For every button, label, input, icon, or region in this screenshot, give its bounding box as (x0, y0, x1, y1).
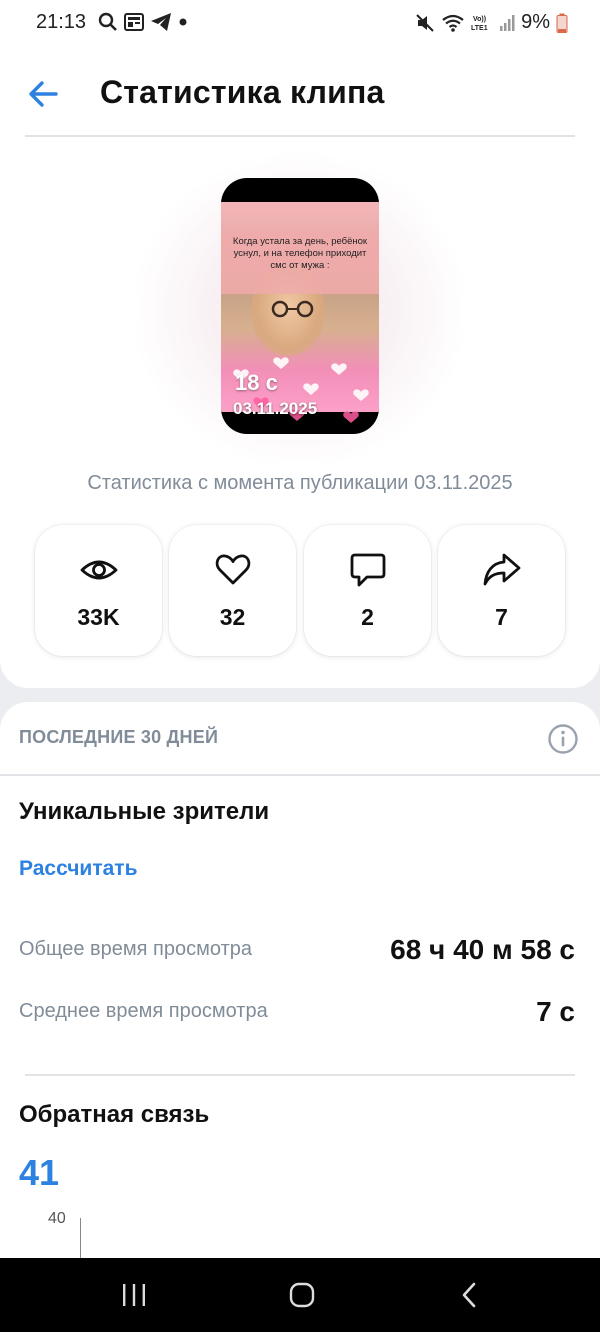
stat-card-shares[interactable]: 7 (438, 525, 565, 656)
calculate-link[interactable]: Рассчитать (19, 857, 137, 881)
system-back-button[interactable] (450, 1278, 490, 1312)
mute-icon (416, 13, 434, 32)
total-watch-time-label: Общее время просмотра (19, 938, 252, 960)
status-left-icons (98, 12, 188, 32)
last-30-days-card (0, 702, 600, 1258)
clip-duration: 18 с (235, 370, 278, 395)
stat-card-comments[interactable]: 2 (304, 525, 431, 656)
back-button[interactable] (24, 74, 64, 114)
chevron-left-icon (462, 1282, 476, 1308)
home-icon (289, 1282, 315, 1308)
since-publication-text: Статистика с момента публикации 03.11.20… (87, 472, 513, 494)
avg-watch-time-value: 7 с (536, 996, 575, 1027)
wifi-icon (442, 14, 464, 32)
likes-count: 32 (219, 604, 246, 630)
battery-icon (556, 13, 568, 33)
clip-thumbnail[interactable]: Когда устала за день, ребёнок уснул, и н… (221, 178, 379, 434)
recent-apps-icon (123, 1284, 145, 1306)
share-icon (483, 553, 520, 586)
battery-percent: 9% (521, 11, 550, 33)
feedback-title: Обратная связь (19, 1101, 210, 1128)
thumbnail-glasses (271, 300, 314, 318)
section-divider (0, 774, 600, 776)
stat-card-likes[interactable]: 32 (169, 525, 296, 656)
status-time: 21:13 (36, 11, 87, 33)
shares-count: 7 (495, 604, 508, 630)
avg-watch-time-label: Среднее время просмотра (19, 1000, 268, 1022)
chart-axis-tick: 40 (48, 1210, 66, 1227)
comment-icon (350, 553, 385, 587)
telegram-icon (151, 13, 171, 31)
unique-viewers-title: Уникальные зрители (19, 798, 270, 825)
arrow-left-icon (29, 81, 58, 107)
news-icon (124, 13, 144, 31)
eye-icon (80, 560, 117, 580)
stat-card-views[interactable]: 33K (35, 525, 162, 656)
signal-icon (500, 14, 515, 31)
dot-icon (179, 18, 187, 26)
svg-text:LTE1: LTE1 (471, 25, 488, 32)
chart-axis-line (80, 1218, 81, 1258)
last-30-days-label: ПОСЛЕДНИЕ 30 ДНЕЙ (19, 727, 219, 747)
header: Статистика клипа (0, 46, 600, 136)
search-icon (98, 12, 117, 31)
thumbnail-caption: Когда устала за день, ребёнок уснул, и н… (221, 232, 379, 294)
feedback-value: 41 (19, 1152, 60, 1193)
recent-apps-button[interactable] (114, 1278, 154, 1312)
header-divider (25, 135, 575, 137)
info-button[interactable] (547, 723, 579, 755)
page-title: Статистика клипа (100, 74, 385, 110)
svg-text:Vo)): Vo)) (473, 16, 486, 23)
total-watch-time-value: 68 ч 40 м 58 с (390, 934, 575, 965)
comments-count: 2 (361, 604, 374, 630)
clip-date: 03.11.2025 (233, 399, 318, 418)
home-button[interactable] (282, 1278, 322, 1312)
volte-icon: Vo)) LTE1 (471, 16, 488, 32)
status-bar: 21:13 Vo)) LTE1 9% (0, 0, 600, 46)
info-icon (548, 724, 578, 754)
system-nav-bar (0, 1258, 600, 1332)
views-count: 33K (77, 604, 120, 630)
feedback-divider (25, 1074, 575, 1076)
status-right-icons: Vo)) LTE1 9% (415, 11, 568, 34)
heart-icon (215, 554, 250, 585)
